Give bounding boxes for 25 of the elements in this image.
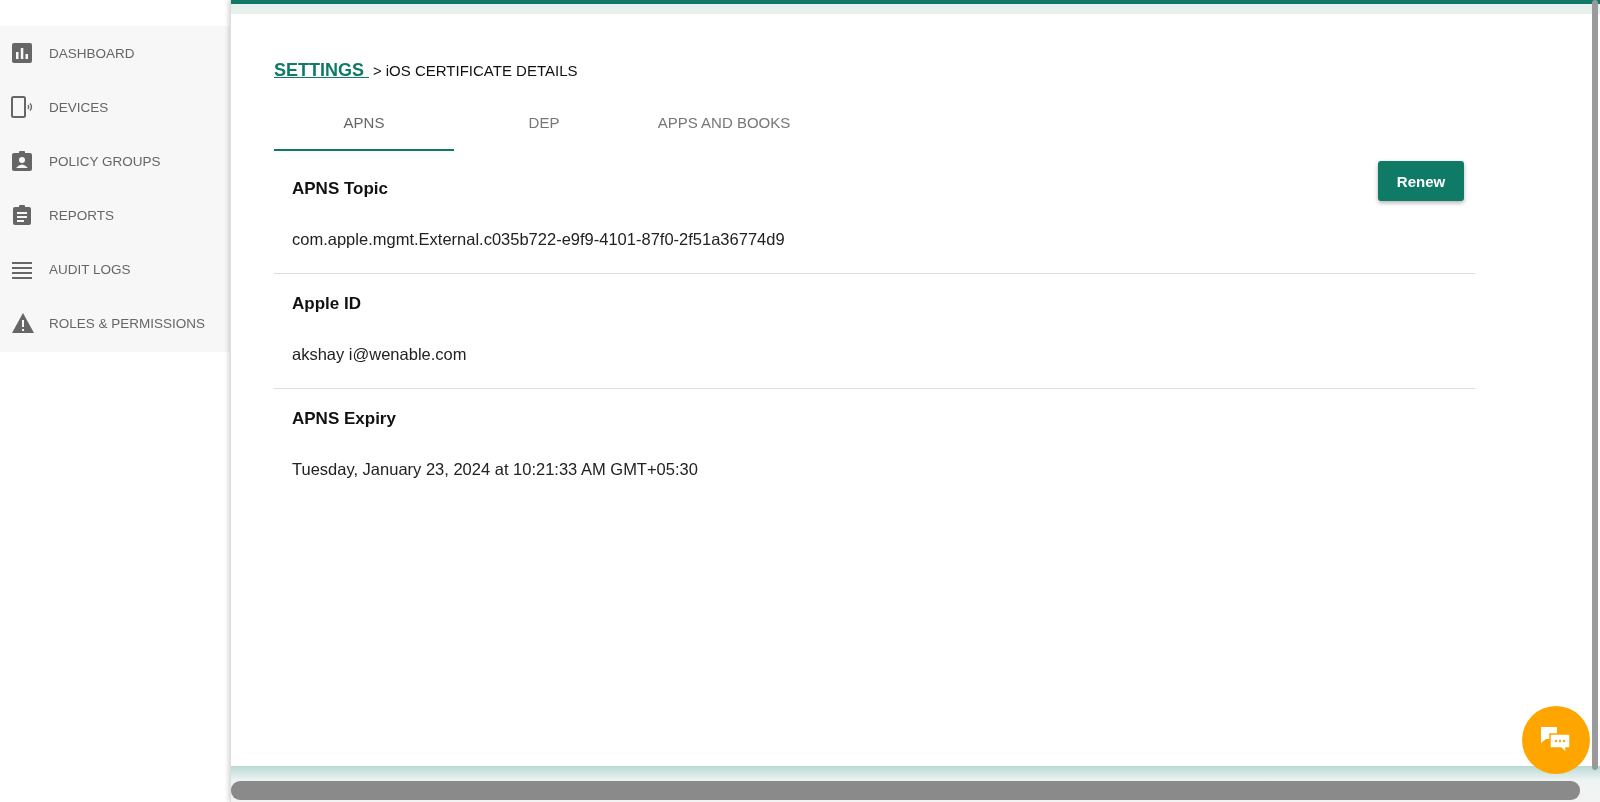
breadcrumb-link[interactable]: SETTINGS — [274, 60, 369, 81]
vertical-scrollbar[interactable] — [1592, 0, 1598, 770]
chart-icon — [11, 42, 35, 64]
field-value: akshay i@wenable.com — [292, 343, 468, 365]
sidebar-item[interactable]: ROLES & PERMISSIONS — [0, 296, 230, 350]
phone-icon — [11, 96, 35, 118]
field-label: Apple ID — [292, 293, 361, 314]
field-value: com.apple.mgmt.External.c035b722-e9f9-4101-87f0-2f51a36774d9 — [292, 228, 786, 250]
warning-icon — [11, 312, 35, 334]
sidebar-item[interactable]: DEVICES — [0, 80, 230, 134]
field-value: Tuesday, January 23, 2024 at 10:21:33 AM GMT+05:30 — [292, 458, 699, 480]
sidebar-item[interactable]: AUDIT LOGS — [0, 242, 230, 296]
sidebar-item[interactable]: POLICY GROUPS — [0, 134, 230, 188]
tab[interactable]: APNS — [274, 105, 454, 151]
renew-button[interactable]: Renew — [1378, 161, 1464, 201]
field-label: APNS Expiry — [292, 408, 396, 429]
id-badge-icon — [11, 150, 35, 172]
tab[interactable]: APPS AND BOOKS — [634, 105, 814, 151]
scrollbar-thumb[interactable] — [231, 781, 1580, 800]
breadcrumb-separator: > — [373, 62, 382, 79]
tab[interactable]: DEP — [454, 105, 634, 151]
breadcrumb-current: iOS CERTIFICATE DETAILS — [385, 62, 578, 79]
sidebar-item[interactable]: REPORTS — [0, 188, 230, 242]
sidebar-item[interactable]: DASHBOARD — [0, 26, 230, 80]
field-label: APNS Topic — [292, 178, 389, 199]
